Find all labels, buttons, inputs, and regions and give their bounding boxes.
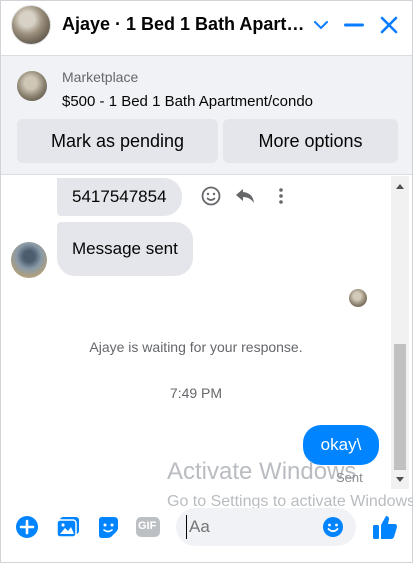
- react-icon[interactable]: [199, 184, 223, 208]
- avatar[interactable]: [11, 5, 51, 45]
- sticker-icon[interactable]: [96, 515, 120, 539]
- marketplace-panel: Marketplace $500 - 1 Bed 1 Bath Apartmen…: [1, 55, 412, 175]
- message-text: Message sent: [72, 239, 178, 258]
- marketplace-label: Marketplace: [62, 69, 139, 85]
- waiting-notice: Ajaye is waiting for your response.: [89, 339, 303, 355]
- gif-icon[interactable]: GIF: [134, 515, 162, 539]
- plus-icon[interactable]: [15, 515, 39, 539]
- message-status: Sent: [336, 470, 363, 485]
- more-options-button[interactable]: More options: [223, 119, 398, 163]
- message-input-wrapper: [176, 508, 356, 546]
- listing-title[interactable]: $500 - 1 Bed 1 Bath Apartment/condo: [62, 93, 313, 110]
- chat-header: Ajaye · 1 Bed 1 Bath Apart…: [1, 1, 412, 51]
- chat-title[interactable]: Ajaye · 1 Bed 1 Bath Apart…: [62, 14, 304, 35]
- reply-icon[interactable]: [233, 184, 257, 208]
- sender-avatar[interactable]: [11, 242, 47, 278]
- close-icon[interactable]: [376, 12, 402, 38]
- message-input[interactable]: [186, 515, 316, 539]
- thumbs-up-icon[interactable]: [371, 513, 399, 541]
- message-text: okay\: [320, 435, 362, 454]
- photo-icon[interactable]: [56, 515, 80, 539]
- scrollbar[interactable]: [391, 176, 409, 489]
- listing-thumbnail[interactable]: [17, 71, 47, 101]
- scrollbar-thumb[interactable]: [394, 344, 406, 470]
- more-icon[interactable]: [269, 184, 293, 208]
- chevron-down-icon[interactable]: [308, 12, 334, 38]
- minimize-icon[interactable]: [341, 12, 367, 38]
- composer: GIF: [1, 501, 412, 551]
- message-bubble[interactable]: 5417547854: [57, 178, 182, 216]
- scroll-down-icon[interactable]: [391, 472, 409, 486]
- message-list: 5417547854 Message sent Ajaye is waiting…: [1, 176, 391, 494]
- timestamp: 7:49 PM: [169, 385, 223, 401]
- message-bubble[interactable]: Message sent: [57, 222, 193, 276]
- mark-as-pending-button[interactable]: Mark as pending: [17, 119, 218, 163]
- message-text: 5417547854: [72, 187, 167, 206]
- activate-windows-title: Activate Windows: [167, 458, 357, 485]
- scroll-up-icon[interactable]: [391, 179, 409, 193]
- gif-label: GIF: [138, 520, 157, 532]
- chat-window: Ajaye · 1 Bed 1 Bath Apart… Marketplace …: [0, 0, 413, 563]
- seen-avatar: [349, 289, 367, 307]
- emoji-icon[interactable]: [321, 515, 345, 539]
